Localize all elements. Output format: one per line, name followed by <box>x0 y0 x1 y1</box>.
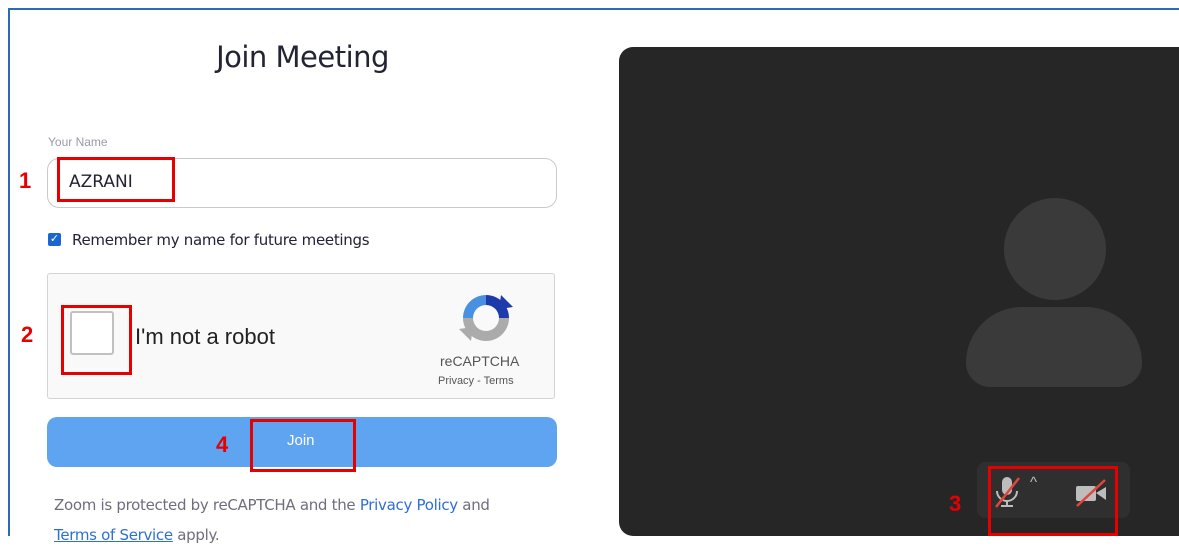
disclaimer-suffix: apply. <box>172 526 220 544</box>
recaptcha-brand: reCAPTCHA <box>440 353 520 369</box>
recaptcha-logo-icon <box>459 295 513 341</box>
disclaimer-middle: and <box>457 496 490 514</box>
recaptcha-links: Privacy - Terms <box>438 375 514 387</box>
page-title: Join Meeting <box>216 40 389 74</box>
name-field-label: Your Name <box>48 135 108 149</box>
avatar-placeholder-icon <box>1004 198 1106 300</box>
disclaimer-prefix: Zoom is protected by reCAPTCHA and the <box>54 496 360 514</box>
terms-of-service-link[interactable]: Terms of Service <box>54 526 173 544</box>
annotation-box-captcha <box>61 305 132 375</box>
annotation-box-name <box>57 157 175 202</box>
annotation-box-av-controls <box>988 466 1118 536</box>
remember-name-label[interactable]: Remember my name for future meetings <box>72 231 370 249</box>
annotation-box-join <box>250 419 356 472</box>
recaptcha-terms-link[interactable]: Terms <box>484 375 514 387</box>
recaptcha-disclaimer: Zoom is protected by reCAPTCHA and the P… <box>54 490 554 550</box>
recaptcha-separator: - <box>474 375 484 387</box>
annotation-number-2: 2 <box>21 322 34 347</box>
recaptcha-label: I'm not a robot <box>135 324 275 349</box>
recaptcha-privacy-link[interactable]: Privacy <box>438 375 474 387</box>
remember-name-checkbox[interactable]: ✓ <box>48 233 61 246</box>
privacy-policy-link[interactable]: Privacy Policy <box>360 496 458 514</box>
annotation-number-4: 4 <box>216 432 229 457</box>
avatar-body-shape <box>966 307 1142 387</box>
annotation-number-3: 3 <box>949 491 962 516</box>
annotation-number-1: 1 <box>19 168 32 193</box>
